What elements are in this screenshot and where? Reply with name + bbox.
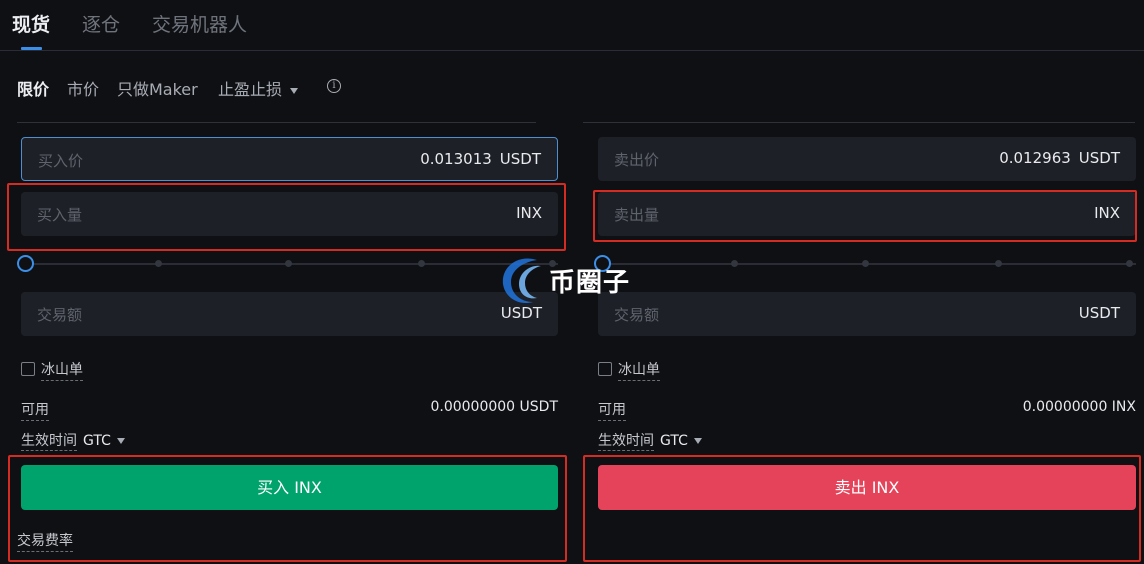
caret-down-icon [290, 87, 299, 94]
buy-tif-label: 生效时间 [21, 433, 77, 451]
order-type-tp-sl-label: 止盈止损 [218, 80, 283, 99]
divider-left [17, 122, 536, 123]
slider-track [602, 263, 1136, 265]
trading-fee-link[interactable]: 交易费率 [17, 530, 73, 552]
sell-tif-label: 生效时间 [598, 433, 654, 451]
caret-down-icon [116, 438, 125, 444]
order-type-market[interactable]: 市价 [67, 76, 99, 100]
slider-step-25[interactable] [731, 260, 738, 267]
sell-price-label: 卖出价 [614, 151, 660, 169]
slider-step-50[interactable] [862, 260, 869, 267]
buy-price-value: 0.013013 [420, 150, 492, 168]
sell-amount-placeholder: 卖出量 [614, 206, 660, 224]
buy-total-placeholder: 交易额 [37, 306, 83, 324]
sell-button[interactable]: 卖出 INX [598, 465, 1136, 510]
buy-available-label: 可用 [21, 399, 49, 421]
buy-available-row: 可用 0.00000000 USDT [21, 399, 558, 421]
watermark-swirl-icon [502, 258, 541, 304]
sell-available-row: 可用 0.00000000 INX [598, 399, 1136, 421]
buy-amount-input[interactable]: 买入量 INX [21, 192, 558, 236]
sell-total-input[interactable]: 交易额 USDT [598, 292, 1136, 336]
buy-price-label: 买入价 [38, 152, 84, 170]
sell-available-label: 可用 [598, 399, 626, 421]
sell-iceberg-checkbox[interactable] [598, 362, 612, 376]
buy-iceberg-label: 冰山单 [41, 359, 83, 381]
watermark-logo: 币圈子 [497, 252, 647, 308]
slider-step-75[interactable] [995, 260, 1002, 267]
sell-total-unit: USDT [1078, 304, 1120, 322]
slider-step-25[interactable] [155, 260, 162, 267]
info-icon[interactable]: i [327, 79, 341, 93]
tab-spot[interactable]: 现货 [12, 10, 50, 37]
order-type-tp-sl-dropdown[interactable]: 止盈止损 [218, 76, 299, 100]
watermark-text: 币圈子 [549, 268, 631, 298]
buy-amount-slider[interactable] [17, 255, 558, 273]
caret-down-icon [693, 438, 702, 444]
sell-price-unit: USDT [1078, 149, 1120, 167]
slider-step-100[interactable] [1126, 260, 1133, 267]
sell-available-value: 0.00000000 INX [1022, 399, 1136, 415]
market-tabs: 现货 逐仓 交易机器人 [0, 0, 1144, 51]
buy-available-value: 0.00000000 USDT [430, 399, 558, 415]
buy-price-input[interactable]: 买入价 0.013013 USDT [21, 137, 558, 181]
buy-iceberg-checkbox[interactable] [21, 362, 35, 376]
divider-right [583, 122, 1135, 123]
buy-time-in-force-dropdown[interactable]: 生效时间 GTC [21, 430, 125, 451]
slider-step-75[interactable] [418, 260, 425, 267]
sell-time-in-force-dropdown[interactable]: 生效时间 GTC [598, 430, 702, 451]
sell-price-value: 0.012963 [999, 149, 1071, 167]
buy-amount-placeholder: 买入量 [37, 206, 83, 224]
buy-price-unit: USDT [499, 150, 541, 168]
sell-amount-slider[interactable] [594, 255, 1136, 273]
tab-trading-bot[interactable]: 交易机器人 [152, 10, 247, 37]
sell-price-input[interactable]: 卖出价 0.012963 USDT [598, 137, 1136, 181]
sell-iceberg-label: 冰山单 [618, 359, 660, 381]
tab-isolated-margin[interactable]: 逐仓 [82, 10, 120, 37]
sell-iceberg-option[interactable]: 冰山单 [598, 359, 718, 381]
buy-total-input[interactable]: 交易额 USDT [21, 292, 558, 336]
buy-button[interactable]: 买入 INX [21, 465, 558, 510]
active-tab-indicator [21, 47, 42, 50]
buy-tif-value: GTC [83, 433, 111, 449]
buy-iceberg-option[interactable]: 冰山单 [21, 359, 141, 381]
sell-amount-unit: INX [1094, 204, 1120, 222]
sell-amount-input[interactable]: 卖出量 INX [598, 192, 1136, 236]
slider-step-50[interactable] [285, 260, 292, 267]
order-type-maker-only[interactable]: 只做Maker [117, 76, 198, 100]
order-type-limit[interactable]: 限价 [17, 76, 49, 100]
sell-tif-value: GTC [660, 433, 688, 449]
buy-amount-unit: INX [516, 204, 542, 222]
slider-handle[interactable] [17, 255, 34, 272]
